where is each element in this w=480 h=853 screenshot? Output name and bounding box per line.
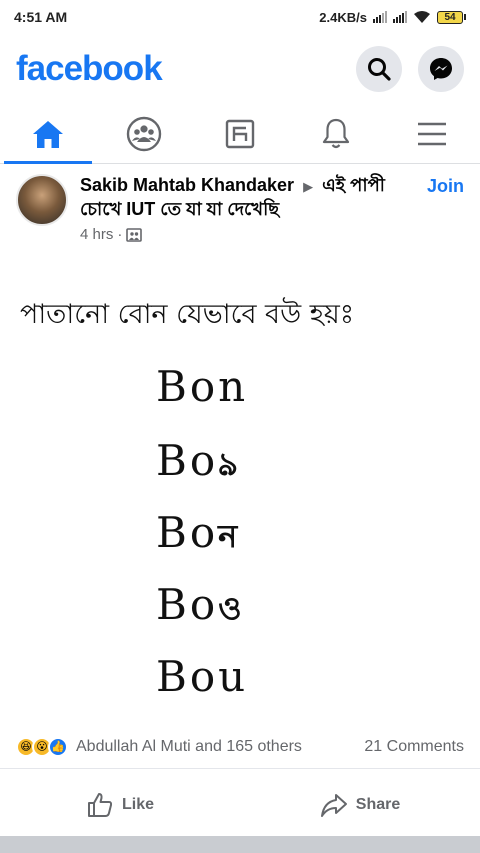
line-base: Bo [156, 508, 219, 557]
app-header: facebook [0, 34, 480, 104]
bell-icon [322, 118, 350, 148]
line-base: Bo [156, 436, 219, 485]
facebook-logo[interactable]: facebook [16, 49, 340, 89]
tab-home[interactable] [0, 104, 96, 164]
image-line: Boও [156, 580, 245, 637]
author-name[interactable]: Sakib Mahtab Khandaker [80, 175, 294, 195]
share-label: Share [355, 796, 401, 813]
line-base: Bou [156, 652, 249, 701]
post-actions: Like Share [0, 775, 480, 835]
image-line: Boন [156, 508, 240, 565]
thumbs-up-icon [87, 793, 113, 817]
like-reaction-icon: 👍 [48, 736, 68, 757]
share-icon [320, 794, 347, 817]
post-header: Sakib Mahtab Khandaker ▶ এই পাপী চোখে IU… [0, 166, 480, 256]
feed-separator [0, 836, 480, 853]
messenger-button[interactable] [418, 46, 464, 92]
net-speed: 2.4KB/s [319, 9, 367, 25]
comments-count[interactable]: 21 Comments [364, 738, 464, 756]
status-bar: 4:51 AM 2.4KB/s 54 [0, 0, 480, 34]
line-tail: ঌ [218, 445, 241, 483]
search-icon [368, 58, 391, 81]
image-line: Boঌ [156, 436, 240, 493]
image-line: Bou [156, 652, 248, 701]
home-icon [33, 120, 63, 148]
post-time[interactable]: 4 hrs [80, 226, 113, 243]
tab-groups[interactable] [96, 104, 192, 163]
messenger-icon [430, 58, 452, 80]
avatar[interactable] [16, 174, 68, 226]
signal-icon [373, 11, 387, 23]
arrow-right-icon: ▶ [303, 179, 314, 194]
reaction-icons: 😆 😮 👍 [16, 736, 68, 757]
image-line: Bon [156, 362, 248, 411]
share-button[interactable]: Share [240, 775, 480, 835]
battery-icon: 54 [437, 10, 466, 24]
menu-icon [418, 122, 446, 145]
image-title: পাতানো বোন যেভাবে বউ হয়ঃ [20, 299, 355, 330]
watch-icon [225, 119, 255, 148]
line-base: Bo [156, 580, 219, 629]
group-privacy-icon [126, 228, 143, 242]
line-tail: ও [218, 589, 245, 627]
dot-separator: · [117, 226, 123, 243]
join-button[interactable]: Join [427, 176, 464, 197]
reactions-bar[interactable]: 😆 😮 👍 Abdullah Al Muti and 165 others 21… [0, 725, 480, 769]
search-button[interactable] [356, 46, 402, 92]
battery-level: 54 [437, 10, 463, 24]
signal-icon-2 [393, 11, 407, 23]
post-meta: 4 hrs · [80, 226, 143, 243]
post-image[interactable]: পাতানো বোন যেভাবে বউ হয়ঃ Bon Boঌ Boন Bo… [0, 258, 480, 710]
tab-notifications[interactable] [288, 104, 384, 163]
nav-tabs [0, 104, 480, 164]
reactions-summary[interactable]: Abdullah Al Muti and 165 others [76, 738, 364, 756]
tab-watch[interactable] [192, 104, 288, 163]
status-right: 2.4KB/s 54 [319, 10, 466, 25]
post-author-line: Sakib Mahtab Khandaker ▶ এই পাপী চোখে IU… [80, 174, 410, 220]
like-label: Like [121, 796, 154, 813]
line-base: Bon [156, 362, 249, 411]
groups-icon [126, 116, 162, 151]
like-button[interactable]: Like [0, 775, 240, 835]
wifi-icon [414, 11, 430, 23]
status-time: 4:51 AM [14, 9, 68, 25]
tab-menu[interactable] [384, 104, 480, 163]
line-tail: ন [218, 517, 241, 555]
